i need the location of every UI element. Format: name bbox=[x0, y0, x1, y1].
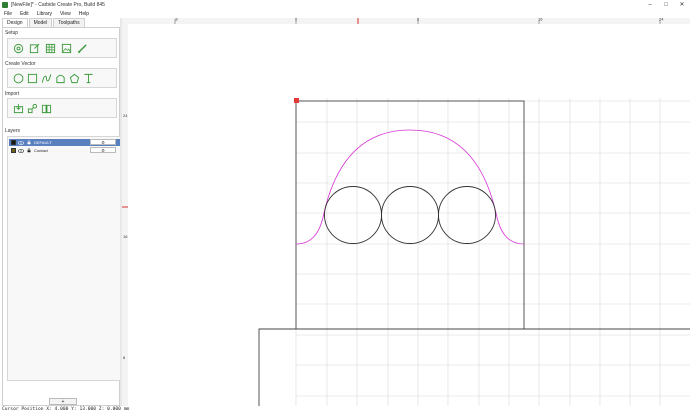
tab-toolpaths[interactable]: Toolpaths bbox=[53, 18, 85, 27]
ruler-label-y: 24 bbox=[123, 113, 128, 118]
menu-view[interactable]: View bbox=[56, 11, 75, 17]
text-icon[interactable] bbox=[82, 71, 95, 85]
tab-design[interactable]: Design bbox=[2, 18, 28, 27]
canvas-svg[interactable]: -8 0 8 16 24 24 16 8 bbox=[122, 18, 690, 406]
layers-label: Layers bbox=[5, 128, 21, 134]
layer-settings-gear-icon[interactable]: ⚙ bbox=[90, 147, 116, 153]
menu-bar: File Edit Library View Help bbox=[0, 9, 690, 18]
circle-vector[interactable] bbox=[324, 186, 382, 244]
window-title: [NewFile]* - Carbide Create Pro, Build 8… bbox=[11, 1, 105, 8]
import-toolbox bbox=[7, 98, 117, 118]
eye-icon[interactable] bbox=[18, 140, 24, 145]
circle-vector[interactable] bbox=[438, 186, 496, 244]
layer-row-contact[interactable]: Contact ⚙ bbox=[9, 147, 121, 154]
tool-icon[interactable] bbox=[76, 41, 89, 55]
rectangle-icon[interactable] bbox=[26, 71, 39, 85]
import-3d-icon[interactable] bbox=[26, 101, 39, 115]
layers-list: DEFAULT ⚙ Contact ⚙ bbox=[7, 136, 121, 381]
design-panel: Design Model Toolpaths Setup Create Vect… bbox=[2, 18, 121, 406]
window-controls: – □ ✕ bbox=[642, 0, 690, 9]
circle-icon[interactable] bbox=[12, 71, 25, 85]
add-layer-button[interactable]: + bbox=[49, 398, 77, 405]
tab-bar: Design Model Toolpaths bbox=[2, 18, 86, 27]
panel-body: Setup Create Vector Import Layers DEFAUL… bbox=[2, 27, 121, 406]
arch-curve-vector[interactable] bbox=[295, 129, 525, 245]
title-bar: [NewFile]* - Carbide Create Pro, Build 8… bbox=[0, 0, 690, 9]
menu-library[interactable]: Library bbox=[33, 11, 56, 17]
lock-icon[interactable] bbox=[26, 148, 32, 153]
layer-name: Contact bbox=[34, 148, 48, 153]
ruler-label-y: 16 bbox=[123, 234, 128, 239]
maximize-button[interactable]: □ bbox=[658, 0, 674, 9]
layer-name: DEFAULT bbox=[34, 140, 52, 145]
create-vector-label: Create Vector bbox=[5, 61, 36, 67]
polygon-icon[interactable] bbox=[54, 71, 67, 85]
left-ruler bbox=[122, 18, 128, 406]
menu-edit[interactable]: Edit bbox=[16, 11, 33, 17]
layer-color-swatch[interactable] bbox=[11, 140, 16, 145]
close-button[interactable]: ✕ bbox=[674, 0, 690, 9]
ruler-label-x: 24 bbox=[659, 18, 664, 22]
circle-vector[interactable] bbox=[381, 186, 439, 244]
job-setup-icon[interactable] bbox=[12, 41, 25, 55]
lower-stock-outline bbox=[258, 328, 690, 406]
canvas-grid bbox=[295, 98, 690, 406]
import-label: Import bbox=[5, 91, 20, 97]
import-file-icon[interactable] bbox=[12, 101, 25, 115]
app-logo-icon bbox=[2, 1, 8, 8]
ruler-label-x: 16 bbox=[538, 18, 543, 22]
create-vector-toolbox bbox=[7, 68, 117, 88]
layer-row-default[interactable]: DEFAULT ⚙ bbox=[9, 139, 121, 146]
pentagon-icon[interactable] bbox=[68, 71, 81, 85]
grid-icon[interactable] bbox=[44, 41, 57, 55]
library-icon[interactable] bbox=[40, 101, 53, 115]
tab-model[interactable]: Model bbox=[28, 18, 53, 27]
status-bar: Cursor Position X: 4.000 Y: 13.000 Z: 0.… bbox=[0, 406, 690, 414]
curve-icon[interactable] bbox=[40, 71, 53, 85]
origin-marker-icon bbox=[294, 98, 299, 103]
stock-outline bbox=[295, 100, 525, 330]
setup-toolbox bbox=[7, 38, 117, 58]
design-canvas[interactable]: -8 0 8 16 24 24 16 8 bbox=[122, 18, 690, 406]
setup-label: Setup bbox=[5, 30, 19, 36]
menu-file[interactable]: File bbox=[0, 11, 16, 17]
minimize-button[interactable]: – bbox=[642, 0, 658, 9]
lock-icon[interactable] bbox=[26, 140, 32, 145]
eye-icon[interactable] bbox=[18, 148, 24, 153]
menu-help[interactable]: Help bbox=[75, 11, 93, 17]
layer-settings-gear-icon[interactable]: ⚙ bbox=[90, 139, 116, 145]
edit-icon[interactable] bbox=[28, 41, 41, 55]
image-icon[interactable] bbox=[60, 41, 73, 55]
top-ruler bbox=[122, 18, 690, 24]
layer-color-swatch[interactable] bbox=[11, 148, 16, 153]
